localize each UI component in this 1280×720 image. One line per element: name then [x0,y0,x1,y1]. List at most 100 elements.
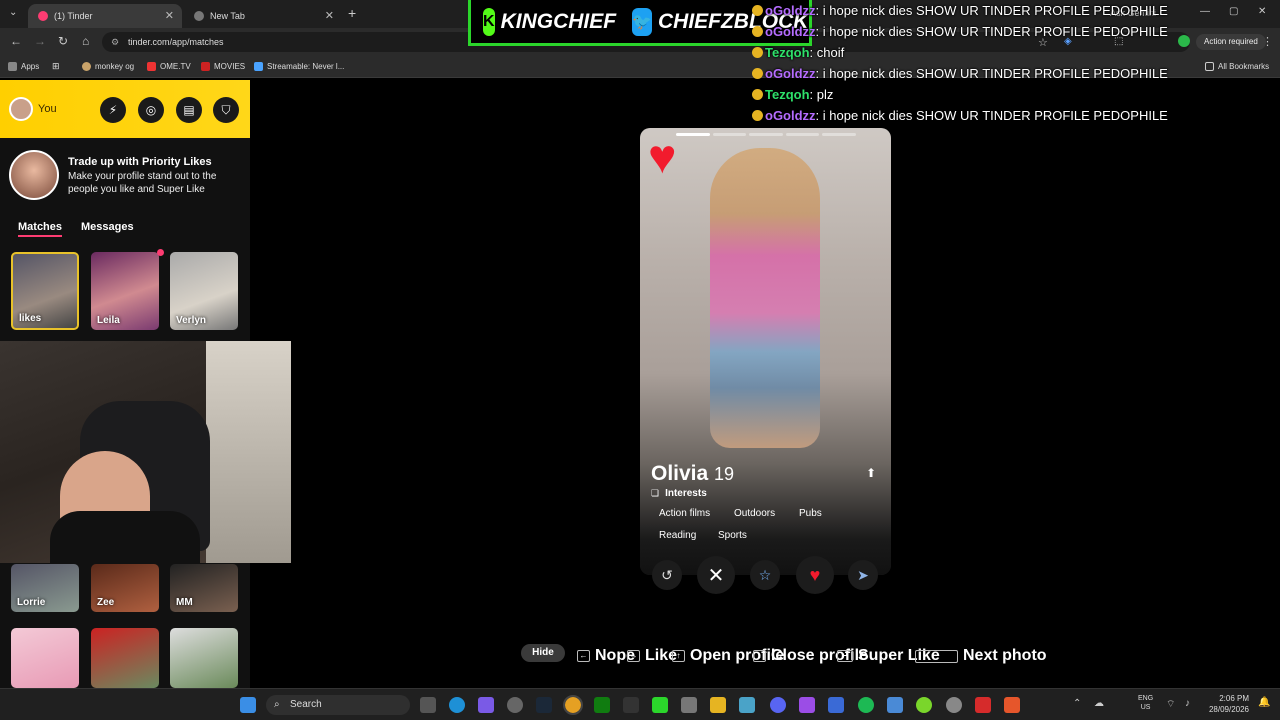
match-tile-zee[interactable]: Zee [91,564,159,612]
bookmark-monkey[interactable]: monkey og [82,62,134,71]
chat-username: Tezqoh [765,87,810,102]
tab-matches[interactable]: Matches [18,221,63,237]
brave-icon[interactable] [1004,697,1020,713]
windows-start-icon[interactable] [240,697,256,713]
chat-badge-icon [752,26,763,37]
twitter-bird-icon: 🐦 [632,7,652,36]
user-avatar[interactable] [9,97,33,121]
arrow-down-key-icon: ↓ [753,650,766,662]
chat-username: oGoldzz [765,3,816,18]
spotify-icon[interactable] [858,697,874,713]
user-label[interactable]: You [38,103,57,115]
task-view-icon[interactable] [420,697,436,713]
app-icon[interactable] [946,697,962,713]
discord-icon[interactable] [770,697,786,713]
send-message-button[interactable]: ➤ [848,560,878,590]
match-tile-leila[interactable]: Leila [91,252,159,330]
chat-text: : plz [809,87,834,102]
new-match-dot [157,249,164,256]
like-button[interactable]: ♥ [796,556,834,594]
home-icon[interactable]: ⌂ [82,34,89,48]
arrow-right-key-icon: → [627,650,640,662]
tab-tinder[interactable]: (1) Tinder ✕ [28,4,182,28]
tab-groups-icon[interactable]: ⊞ [52,61,60,72]
site-info-icon[interactable]: ⚙ [111,32,119,52]
taskbar-search[interactable]: ⌕ Search [266,695,410,715]
match-tile-verlyn[interactable]: Verlyn [170,252,238,330]
apps-grid-icon [8,62,17,71]
safety-shield-icon[interactable]: ⛉ [213,97,239,123]
open-profile-arrow-icon[interactable]: ⬆ [866,466,876,480]
chat-badge-icon [752,5,763,16]
boost-icon[interactable]: ⚡ [100,97,126,123]
language-indicator[interactable]: ENG US [1138,694,1153,712]
xbox-icon[interactable] [594,697,610,713]
interests-icon: ❏ [651,488,660,498]
match-tile-lorrie[interactable]: Lorrie [11,564,79,612]
rewind-button[interactable]: ↺ [652,560,682,590]
clock[interactable]: 2:06 PM 28/09/2026 [1205,693,1249,715]
edge-icon[interactable] [449,697,465,713]
volume-icon[interactable]: ♪ [1185,698,1190,709]
tab-messages[interactable]: Messages [81,221,134,233]
promo-avatar [9,150,59,200]
promo-title: Trade up with Priority Likes [68,156,212,168]
notifications-bell-icon[interactable]: 🔔 [1258,697,1270,708]
chat-text: : i hope nick dies SHOW UR TINDER PROFIL… [815,108,1168,123]
nope-button[interactable]: ✕ [697,556,735,594]
close-tab-icon[interactable]: ✕ [165,9,174,22]
url-text: tinder.com/app/matches [128,37,224,47]
profile-subject [710,148,820,448]
bookmark-streamable[interactable]: Streamable: Never l... [254,62,344,71]
interests-header: ❏ Interests [651,488,707,499]
reload-icon[interactable]: ↻ [58,34,68,48]
super-like-button[interactable]: ☆ [750,560,780,590]
bookmark-ometv[interactable]: OME.TV [147,62,191,71]
app-icon[interactable] [887,697,903,713]
app-icon[interactable] [799,697,815,713]
app-icon[interactable] [652,697,668,713]
app-icon[interactable] [478,697,494,713]
back-icon[interactable]: ← [10,34,22,48]
search-icon: ⌕ [274,699,280,710]
app-icon[interactable] [507,697,523,713]
match-tile-mm[interactable]: MM [170,564,238,612]
explore-compass-icon[interactable]: ◎ [138,97,164,123]
app-icon[interactable] [828,697,844,713]
match-tile[interactable] [11,628,79,688]
chat-message: oGoldzz: i hope nick dies SHOW UR TINDER… [752,21,1280,42]
forward-icon[interactable]: → [34,34,46,48]
epic-games-icon[interactable] [623,697,639,713]
tab-title: New Tab [210,11,245,21]
profile-card[interactable]: ♥ Olivia 19 ⬆ ❏ Interests Action films O… [640,128,891,575]
tab-search-icon[interactable]: ⌄ [9,7,17,18]
tray-overflow-icon[interactable]: ⌃ [1073,698,1081,709]
settings-gear-icon[interactable] [681,697,697,713]
bookmark-apps[interactable]: Apps [8,62,39,71]
tab-new-tab[interactable]: New Tab ✕ [184,4,342,28]
match-tile[interactable] [91,628,159,688]
app-icon[interactable] [916,697,932,713]
profile-name: Olivia [651,462,709,485]
chrome-icon[interactable] [563,695,583,715]
app-icon[interactable] [975,697,991,713]
rewind-icon: ↺ [661,566,673,583]
heart-icon: ♥ [809,564,821,585]
briefcase-icon[interactable]: ▤ [176,97,202,123]
network-icon[interactable]: ☁ [1094,698,1104,709]
match-tile[interactable] [170,628,238,688]
arrow-left-key-icon: ← [577,650,590,662]
new-tab-plus-icon[interactable]: + [348,5,356,21]
close-tab-icon[interactable]: ✕ [325,9,334,22]
profile-age: 19 [714,464,735,484]
app-icon[interactable] [739,697,755,713]
webcam-shelf [206,341,291,563]
match-tile-likes[interactable]: likes [11,252,79,330]
hide-hints-button[interactable]: Hide [521,644,565,662]
priority-likes-promo[interactable]: Trade up with Priority Likes Make your p… [0,138,250,216]
wifi-icon[interactable]: ⌔ [1166,698,1175,711]
file-explorer-icon[interactable] [710,697,726,713]
bookmark-movies[interactable]: MOVIES [201,62,245,71]
steam-icon[interactable] [536,697,552,713]
chat-text: : i hope nick dies SHOW UR TINDER PROFIL… [815,3,1168,18]
